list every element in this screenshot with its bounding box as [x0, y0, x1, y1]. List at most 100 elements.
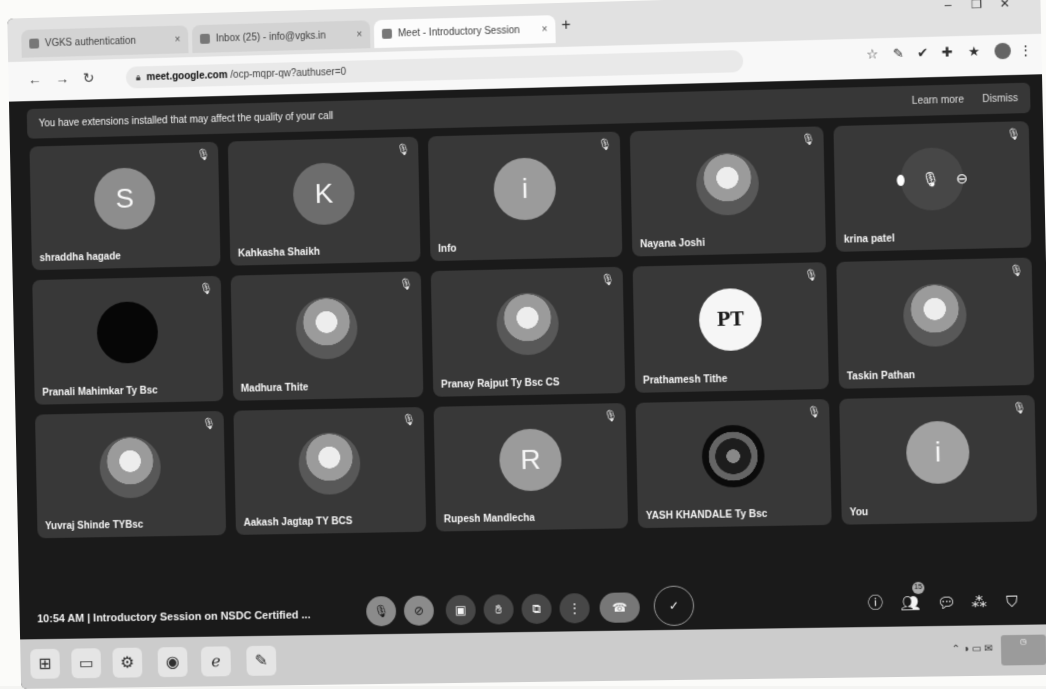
participant-tile[interactable]: 🎙︎ S shraddha hagade: [29, 141, 221, 271]
participant-tile[interactable]: 🎙︎ Nayana Joshi: [629, 126, 826, 257]
host-controls-icon[interactable]: ⛉: [1006, 594, 1018, 611]
meeting-details: 10:54 AM | Introductory Session on NSDC …: [37, 609, 311, 625]
close-tab-icon[interactable]: ×: [169, 34, 180, 45]
mic-off-icon: 🎙︎: [806, 405, 822, 419]
close-tab-icon[interactable]: ×: [535, 24, 547, 35]
mic-off-icon: 🎙︎: [597, 138, 613, 152]
chat-icon[interactable]: 💬︎: [937, 593, 957, 611]
mic-off-icon: 🎙︎: [603, 409, 618, 423]
more-options-button[interactable]: ⋮: [559, 593, 590, 624]
participant-tile[interactable]: 🎙︎ Pranali Mahimkar Ty Bsc: [32, 276, 224, 405]
dismiss-button[interactable]: Dismiss: [982, 93, 1018, 105]
mic-off-icon: 🎙︎: [1006, 128, 1021, 141]
participant-tile[interactable]: 🎙︎ Aakash Jagtap TY BCS: [233, 406, 427, 535]
mic-off-icon: 🎙︎: [804, 269, 819, 283]
monitor-screen: VGKS authentication × Inbox (25) - info@…: [7, 0, 1046, 689]
close-tab-icon[interactable]: ×: [350, 29, 362, 40]
avatar-photo: [496, 292, 560, 357]
participant-tile[interactable]: 🎙︎ i Info: [427, 131, 623, 262]
taskbar-app[interactable]: ℯ: [200, 646, 232, 677]
participant-tile[interactable]: 🎙︎ i You: [839, 394, 1038, 525]
tab-label: Inbox (25) - info@vgks.in: [215, 29, 326, 44]
avatar: R: [498, 428, 563, 492]
mic-off-icon: 🎙︎: [202, 417, 217, 430]
info-icon[interactable]: ⓘ: [868, 592, 884, 613]
learn-more-link[interactable]: Learn more: [912, 94, 964, 106]
mic-off-icon: 🎙︎: [1012, 401, 1027, 415]
puzzle-icon[interactable]: ✚: [941, 44, 952, 60]
mic-toggle-button[interactable]: 🎙︎: [365, 596, 397, 627]
avatar: i: [493, 157, 557, 221]
windows-icon: ⊞: [38, 655, 52, 673]
restore-icon[interactable]: ❐: [971, 0, 982, 11]
meeting-title: Introductory Session on NSDC Certified .…: [93, 609, 311, 625]
mic-off-icon: 🎙︎: [600, 274, 615, 287]
tab-favicon-icon: [29, 38, 40, 49]
system-tray[interactable]: ⌃ ◑ ▭ ✉: [951, 643, 993, 655]
new-tab-icon[interactable]: +: [561, 17, 571, 35]
raise-hand-button[interactable]: ✋︎: [483, 594, 514, 625]
participant-tile[interactable]: 🎙︎ Yuvraj Shinde TYBsc: [34, 410, 227, 539]
window-close-icon[interactable]: ✕: [999, 0, 1010, 11]
extensions-menu-icon[interactable]: ★: [968, 44, 980, 60]
participant-tile[interactable]: 🎙︎ Pranay Rajput Ty Bsc CS: [430, 267, 626, 397]
avatar: i: [905, 420, 971, 485]
leave-call-button[interactable]: ☎︎: [599, 592, 641, 623]
mute-icon[interactable]: 🎙︎: [921, 170, 939, 188]
star-icon[interactable]: ☆: [866, 46, 878, 62]
participant-name: Info: [438, 243, 457, 256]
raise-hand-icon: ✋︎: [495, 601, 503, 617]
reload-icon[interactable]: ↻: [83, 70, 95, 87]
avatar-photo: [902, 283, 968, 348]
tab-label: Meet - Introductory Session: [397, 24, 520, 39]
captions-button[interactable]: ▣: [445, 594, 476, 626]
participant-name: krina patel: [843, 233, 895, 246]
participant-name: You: [849, 507, 869, 519]
tab-meet[interactable]: Meet - Introductory Session ×: [373, 15, 556, 49]
participant-tile[interactable]: 🎙︎ Taskin Pathan: [836, 257, 1035, 389]
extension-icon[interactable]: ✎: [893, 46, 904, 62]
participant-tile[interactable]: 🎙︎ K Kahkasha Shaikh: [227, 136, 421, 267]
avatar-photo: [99, 435, 162, 499]
participant-name: Yuvraj Shinde TYBsc: [45, 519, 144, 533]
captions-icon: ▣: [454, 602, 467, 618]
start-button[interactable]: ⊞: [30, 648, 61, 679]
mic-off-icon: 🎙︎: [373, 604, 389, 619]
participant-tile[interactable]: 🎙︎ PT Prathamesh Tithe: [632, 262, 829, 393]
mic-off-icon: 🎙︎: [1009, 265, 1024, 278]
people-icon[interactable]: 👥︎: [900, 594, 920, 612]
more-icon: ⋮: [568, 601, 581, 616]
chrome-icon: ◉: [165, 654, 180, 672]
taskbar-app[interactable]: ◉: [157, 646, 188, 678]
participant-tile[interactable]: 🎙︎ Madhura Thite: [230, 271, 424, 401]
tab-inbox[interactable]: Inbox (25) - info@vgks.in ×: [191, 20, 371, 54]
participant-name: Rupesh Mandlecha: [443, 512, 535, 526]
participant-tile[interactable]: 🎙︎ R Rupesh Mandlecha: [433, 402, 629, 532]
tab-auth[interactable]: VGKS authentication ×: [21, 25, 189, 58]
forward-icon[interactable]: →: [55, 70, 69, 86]
present-button[interactable]: ⧉: [521, 593, 552, 625]
mic-off-icon: 🎙︎: [399, 278, 414, 292]
pin-icon[interactable]: ⬮: [896, 171, 905, 188]
tile-hover-controls: ⬮ 🎙︎ ⊖: [896, 170, 968, 189]
avatar: S: [93, 167, 156, 231]
taskbar-app[interactable]: ▭: [71, 648, 102, 679]
taskbar-clock[interactable]: ◷: [1000, 634, 1046, 666]
avatar-photo: [295, 297, 359, 361]
taskbar-app[interactable]: ⚙︎: [112, 647, 143, 678]
camera-off-icon: ⊘: [413, 603, 425, 618]
effects-button[interactable]: ✓: [653, 585, 695, 627]
participant-name: Nayana Joshi: [640, 238, 706, 251]
more-options-icon[interactable]: ⊖: [956, 170, 968, 187]
activities-icon[interactable]: ⁂: [971, 593, 987, 611]
chrome-menu-icon[interactable]: ⋮: [1019, 42, 1033, 59]
participant-tile[interactable]: 🎙︎ ⬮ 🎙︎ ⊖ krina patel: [833, 121, 1032, 253]
camera-toggle-button[interactable]: ⊘: [403, 595, 435, 626]
participant-tile[interactable]: 🎙︎ YASH KHANDALE Ty Bsc: [635, 398, 832, 529]
check-icon[interactable]: ✔: [917, 45, 928, 61]
back-icon[interactable]: ←: [28, 71, 42, 87]
lock-icon: 🔒︎: [135, 71, 141, 82]
minimize-icon[interactable]: –: [944, 0, 951, 12]
sparkle-icon: ✓: [668, 598, 680, 613]
taskbar-app[interactable]: ✎: [246, 645, 277, 676]
